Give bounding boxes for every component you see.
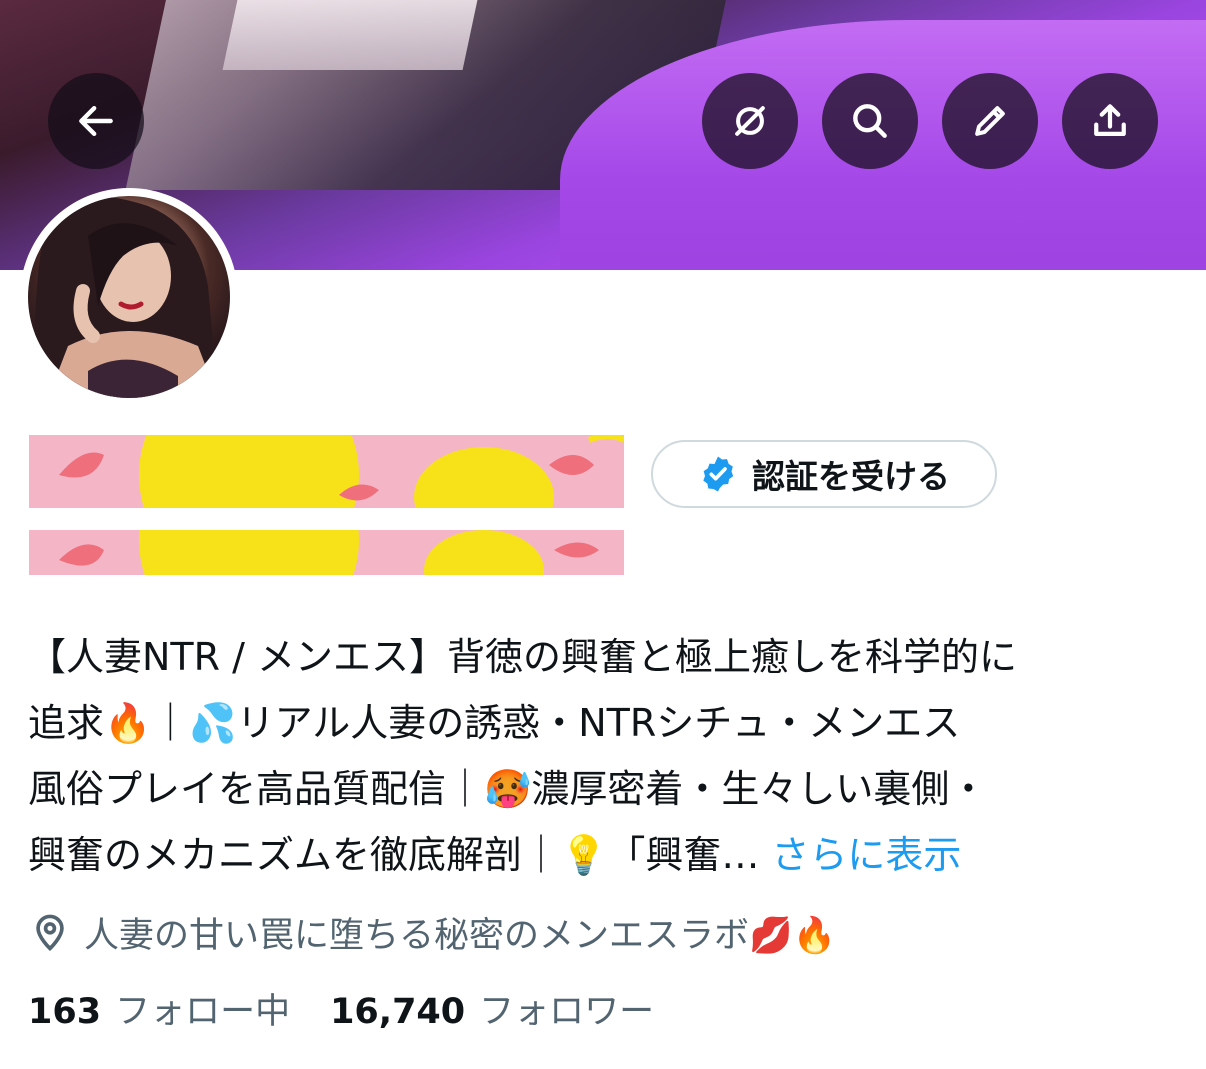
share-button[interactable] — [1062, 73, 1158, 169]
following-count: 163 — [28, 991, 102, 1032]
edit-pencil-icon — [975, 106, 1005, 136]
followers-count: 16,740 — [330, 991, 466, 1032]
username-redacted — [29, 530, 624, 575]
search-icon — [853, 104, 887, 138]
bio-line-last: 興奮のメカニズムを徹底解剖｜💡「興奮… さらに表示 — [28, 822, 1188, 888]
bio-line: 【人妻NTR / メンエス】背徳の興奮と極上癒しを科学的に — [28, 635, 1018, 679]
display-name-redacted — [29, 435, 624, 508]
edit-button[interactable] — [942, 73, 1038, 169]
verified-badge-icon — [703, 456, 734, 492]
arrow-left-icon — [79, 105, 113, 137]
mute-toggle-button[interactable] — [702, 73, 798, 169]
bio-line: 追求🔥｜💦リアル人妻の誘惑・NTRシチュ・メンエス — [28, 701, 961, 745]
follow-stats: 163 フォロー中 16,740 フォロワー — [28, 980, 654, 1036]
bio-line: 風俗プレイを高品質配信｜🥵濃厚密着・生々しい裏側・ — [28, 767, 988, 811]
profile-bio: 【人妻NTR / メンエス】背徳の興奮と極上癒しを科学的に 追求🔥｜💦リアル人妻… — [28, 624, 1188, 888]
location-pin-icon — [36, 914, 64, 952]
location-text: 人妻の甘い罠に堕ちる秘密のメンエスラボ💋🔥 — [84, 915, 837, 956]
back-button[interactable] — [48, 73, 144, 169]
profile-avatar[interactable] — [20, 188, 238, 406]
search-button[interactable] — [822, 73, 918, 169]
get-verified-label: 認証を受ける — [752, 457, 950, 496]
following-link[interactable]: 163 フォロー中 — [28, 983, 290, 1034]
followers-label: フォロワー — [479, 991, 655, 1032]
followers-link[interactable]: 16,740 フォロワー — [330, 983, 654, 1034]
bio-line: 興奮のメカニズムを徹底解剖｜💡「興奮… — [28, 833, 760, 877]
share-upload-icon — [1094, 104, 1126, 136]
get-verified-button[interactable]: 認証を受ける — [651, 440, 997, 508]
following-label: フォロー中 — [115, 991, 291, 1032]
hide-crossed-circle-icon — [735, 106, 765, 136]
profile-location: 人妻の甘い罠に堕ちる秘密のメンエスラボ💋🔥 — [28, 902, 836, 962]
show-more-link[interactable]: さらに表示 — [771, 833, 961, 877]
avatar-image — [28, 196, 230, 398]
banner-decor-panel-top — [222, 0, 478, 70]
